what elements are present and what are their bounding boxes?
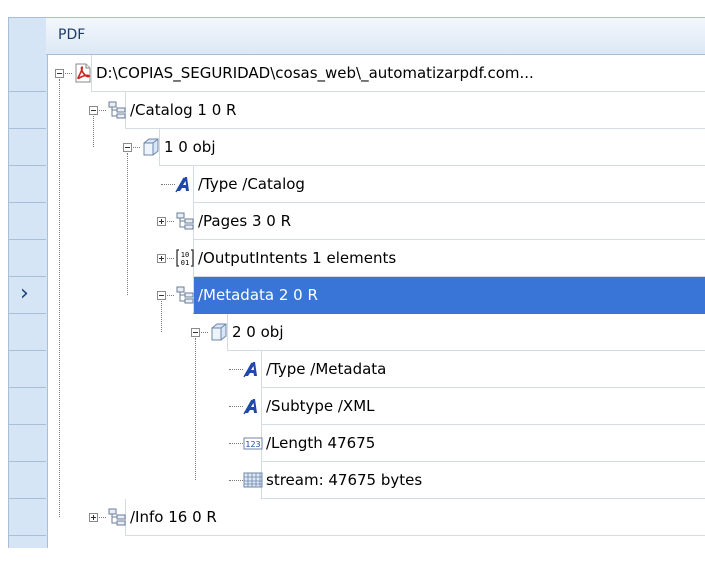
- svg-text:10: 10: [181, 251, 189, 259]
- tree-connector: [167, 295, 174, 296]
- row-indicator-cell[interactable]: [8, 388, 46, 425]
- name-icon: [243, 396, 263, 416]
- tree-connector: [229, 480, 243, 481]
- number-icon: 123: [243, 433, 263, 453]
- tree-node[interactable]: /Type /Catalog: [193, 166, 705, 203]
- tree-connector: [161, 184, 175, 185]
- row-indicator-cell[interactable]: [8, 129, 46, 166]
- tree-node[interactable]: stream: 47675 bytes: [261, 462, 705, 499]
- tree-node[interactable]: /Catalog 1 0 R: [125, 92, 705, 129]
- row-indicator-cell[interactable]: [8, 425, 46, 462]
- tree-connector: [201, 332, 208, 333]
- tree-node[interactable]: 2 0 obj: [227, 314, 705, 351]
- name-icon: [175, 174, 195, 194]
- row-indicator-cell[interactable]: [8, 314, 46, 351]
- row-indicator-cell[interactable]: [8, 499, 46, 536]
- tree-node-label: stream: 47675 bytes: [266, 471, 423, 489]
- tree-connector: [65, 73, 72, 74]
- tree-node[interactable]: /Subtype /XML: [261, 388, 705, 425]
- tree-node[interactable]: D:\COPIAS_SEGURIDAD\cosas_web\_automatiz…: [91, 55, 705, 92]
- tree-connector: [229, 406, 243, 407]
- tree-node-label: D:\COPIAS_SEGURIDAD\cosas_web\_automatiz…: [96, 64, 534, 82]
- reference-icon: [175, 285, 195, 305]
- tree-node[interactable]: /Type /Metadata: [261, 351, 705, 388]
- expand-toggle-icon[interactable]: [89, 513, 98, 522]
- tree-connector: [167, 258, 174, 259]
- tree-node[interactable]: /Length 47675: [261, 425, 705, 462]
- tree-connector: [133, 147, 140, 148]
- object-cube-icon: [141, 137, 161, 157]
- expand-toggle-icon[interactable]: [157, 254, 166, 263]
- tree-connector: [229, 369, 243, 370]
- row-indicator-cell[interactable]: [8, 351, 46, 388]
- tree-node[interactable]: /Pages 3 0 R: [193, 203, 705, 240]
- tree-node-label: /OutputIntents 1 elements: [198, 249, 397, 267]
- array-icon: 10 01: [175, 248, 195, 268]
- tree-node[interactable]: /Info 16 0 R: [125, 499, 705, 536]
- tree-connector: [99, 110, 106, 111]
- stream-icon: [243, 470, 263, 490]
- row-indicator-cell[interactable]: [8, 203, 46, 240]
- column-header-label: PDF: [58, 27, 86, 43]
- tree-connector: [99, 517, 106, 518]
- collapse-toggle-icon[interactable]: [123, 143, 132, 152]
- tree-node-label: /Type /Catalog: [198, 175, 305, 193]
- row-indicator-cell[interactable]: [8, 166, 46, 203]
- collapse-toggle-icon[interactable]: [89, 106, 98, 115]
- tree-node[interactable]: /OutputIntents 1 elements: [193, 240, 705, 277]
- tree-node-label: /Metadata 2 0 R: [198, 286, 318, 304]
- tree-connector: [229, 443, 243, 444]
- object-cube-icon: [209, 322, 229, 342]
- row-indicator-cell[interactable]: [8, 92, 46, 129]
- collapse-toggle-icon[interactable]: [55, 69, 64, 78]
- reference-icon: [107, 100, 127, 120]
- tree-node[interactable]: 1 0 obj: [159, 129, 705, 166]
- svg-text:123: 123: [245, 440, 260, 449]
- row-indicator-cell[interactable]: [8, 462, 46, 499]
- collapse-toggle-icon[interactable]: [157, 291, 166, 300]
- row-indicator-cell[interactable]: [8, 240, 46, 277]
- tree-connector: [127, 153, 128, 295]
- pdf-file-icon: [73, 63, 93, 83]
- tree-connector: [59, 79, 60, 517]
- tree-connector: [161, 301, 162, 332]
- reference-icon: [107, 507, 127, 527]
- collapse-toggle-icon[interactable]: [191, 328, 200, 337]
- column-header[interactable]: PDF: [46, 18, 705, 55]
- tree-node-label: 1 0 obj: [164, 138, 216, 156]
- tree-node-label: /Subtype /XML: [266, 397, 375, 415]
- svg-text:01: 01: [181, 259, 189, 267]
- reference-icon: [175, 211, 195, 231]
- tree-node-label: /Info 16 0 R: [130, 508, 217, 526]
- row-indicator-cell[interactable]: [8, 55, 46, 92]
- tree-connector: [195, 338, 196, 480]
- current-row-indicator[interactable]: [8, 277, 46, 314]
- expand-toggle-icon[interactable]: [157, 217, 166, 226]
- tree-node-label: /Type /Metadata: [266, 360, 387, 378]
- name-icon: [243, 359, 263, 379]
- tree-connector: [167, 221, 174, 222]
- pdf-tree-grid: PDF D:\COPIAS_SEGURIDAD\cosas_web\_autom…: [0, 0, 705, 563]
- tree-node[interactable]: /Metadata 2 0 R: [193, 277, 705, 314]
- tree-node-label: /Pages 3 0 R: [198, 212, 291, 230]
- tree-node-label: /Length 47675: [266, 434, 376, 452]
- tree-node-label: 2 0 obj: [232, 323, 284, 341]
- tree-connector: [93, 116, 94, 147]
- tree-node-label: /Catalog 1 0 R: [130, 101, 237, 119]
